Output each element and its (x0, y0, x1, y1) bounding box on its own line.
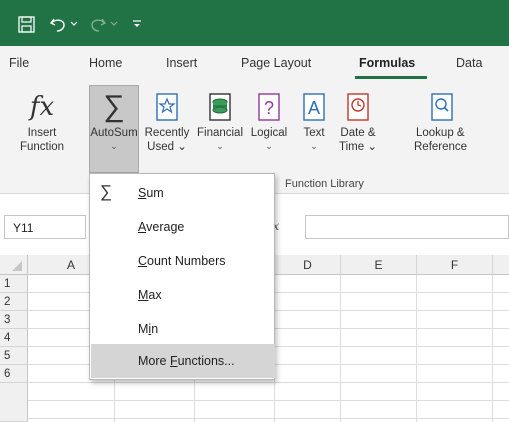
menu-item-sum-label: Sum (138, 186, 164, 200)
svg-text:?: ? (264, 98, 274, 118)
column-header-g[interactable] (493, 255, 509, 275)
recently-used-button[interactable]: Recently Used ⌄ (139, 88, 195, 172)
text-book-icon: A (294, 88, 334, 126)
grid-line (416, 275, 417, 422)
grid-line (492, 275, 493, 422)
tab-file[interactable]: File (9, 56, 29, 70)
tab-formulas[interactable]: Formulas (359, 56, 415, 70)
column-header-f[interactable]: F (417, 255, 493, 275)
text-button[interactable]: A Text ⌄ (296, 88, 332, 172)
logical-button[interactable]: ? Logical ⌄ (244, 88, 294, 172)
financial-label: Financial (196, 127, 244, 139)
menu-item-average[interactable]: Average (91, 210, 275, 244)
customize-qat-icon[interactable] (130, 14, 144, 34)
insert-function-label-1: Insert (27, 127, 57, 139)
insert-function-icon: fx (29, 92, 55, 122)
recently-used-label-1: Recently (144, 127, 190, 139)
star-book-icon (147, 88, 187, 126)
chevron-down-icon: ⌄ (310, 141, 318, 151)
question-book-icon: ? (249, 88, 289, 126)
redo-dropdown-icon (109, 14, 119, 34)
menu-item-sum[interactable]: ∑ Sum (91, 176, 275, 210)
formula-input[interactable] (305, 215, 509, 239)
row-header-3[interactable]: 3 (0, 311, 28, 329)
chevron-down-icon: ⌄ (265, 141, 273, 151)
column-header-d[interactable]: D (275, 255, 341, 275)
svg-text:A: A (308, 98, 320, 118)
clock-book-icon (338, 88, 378, 126)
chevron-down-icon: ⌄ (110, 141, 118, 151)
insert-function-button[interactable]: fx Insert Function (14, 88, 70, 172)
active-tab-indicator (355, 76, 427, 79)
grid-line (28, 400, 509, 401)
autosum-label: AutoSum (90, 127, 138, 139)
lookup-reference-button[interactable]: Lookup & Reference (388, 88, 509, 172)
redo-icon (88, 14, 108, 34)
autosum-button[interactable]: ∑ AutoSum ⌄ (90, 88, 138, 172)
row-header-6[interactable]: 6 (0, 365, 28, 383)
menu-item-max[interactable]: Max (91, 278, 275, 312)
grid-line (28, 382, 509, 383)
save-icon[interactable] (16, 14, 36, 34)
financial-icon (200, 88, 240, 126)
menu-item-more-functions-label: More Functions... (138, 354, 235, 368)
ribbon-tabs: File Home Insert Page Layout Formulas Da… (0, 46, 509, 82)
chevron-down-icon: ⌄ (216, 141, 224, 151)
tab-insert[interactable]: Insert (166, 56, 197, 70)
menu-item-count-numbers[interactable]: Count Numbers (91, 244, 275, 278)
undo-dropdown-icon[interactable] (69, 14, 79, 34)
undo-icon[interactable] (48, 14, 68, 34)
date-time-label-1: Date & (340, 127, 376, 139)
row-header-5[interactable]: 5 (0, 347, 28, 365)
date-time-label-2: Time ⌄ (339, 141, 377, 153)
menu-item-more-functions[interactable]: More Functions... (91, 344, 275, 378)
column-header-e[interactable]: E (341, 255, 417, 275)
lookup-reference-label-1: Lookup & (416, 127, 465, 139)
magnifier-book-icon (422, 88, 462, 126)
title-bar (0, 0, 509, 46)
function-library-group-label: Function Library (285, 178, 364, 190)
sigma-icon: ∑ (100, 182, 113, 201)
date-time-button[interactable]: Date & Time ⌄ (332, 88, 384, 172)
row-header-7[interactable] (0, 383, 28, 422)
name-box[interactable]: Y11 (4, 215, 86, 239)
menu-item-max-label: Max (138, 288, 162, 302)
text-label: Text (303, 127, 325, 139)
menu-item-count-numbers-label: Count Numbers (138, 254, 226, 268)
recently-used-label-2: Used ⌄ (147, 141, 187, 153)
menu-item-average-label: Average (138, 220, 185, 234)
lookup-reference-label-2: Reference (414, 141, 468, 153)
tab-page-layout[interactable]: Page Layout (241, 56, 311, 70)
grid-line (28, 418, 509, 419)
row-header-4[interactable]: 4 (0, 329, 28, 347)
autosum-dropdown-menu: ∑ Sum Average Count Numbers Max Min More… (89, 173, 275, 380)
insert-function-label-2: Function (19, 141, 65, 153)
select-all-corner[interactable] (0, 255, 28, 275)
menu-item-min-label: Min (138, 322, 159, 336)
tab-data[interactable]: Data (456, 56, 482, 70)
row-header-1[interactable]: 1 (0, 275, 28, 293)
tab-home[interactable]: Home (89, 56, 122, 70)
financial-button[interactable]: Financial ⌄ (193, 88, 247, 172)
menu-item-min[interactable]: Min (91, 312, 275, 346)
row-header-2[interactable]: 2 (0, 293, 28, 311)
grid-line (340, 275, 341, 422)
logical-label: Logical (250, 127, 288, 139)
sigma-icon: ∑ (103, 90, 125, 123)
